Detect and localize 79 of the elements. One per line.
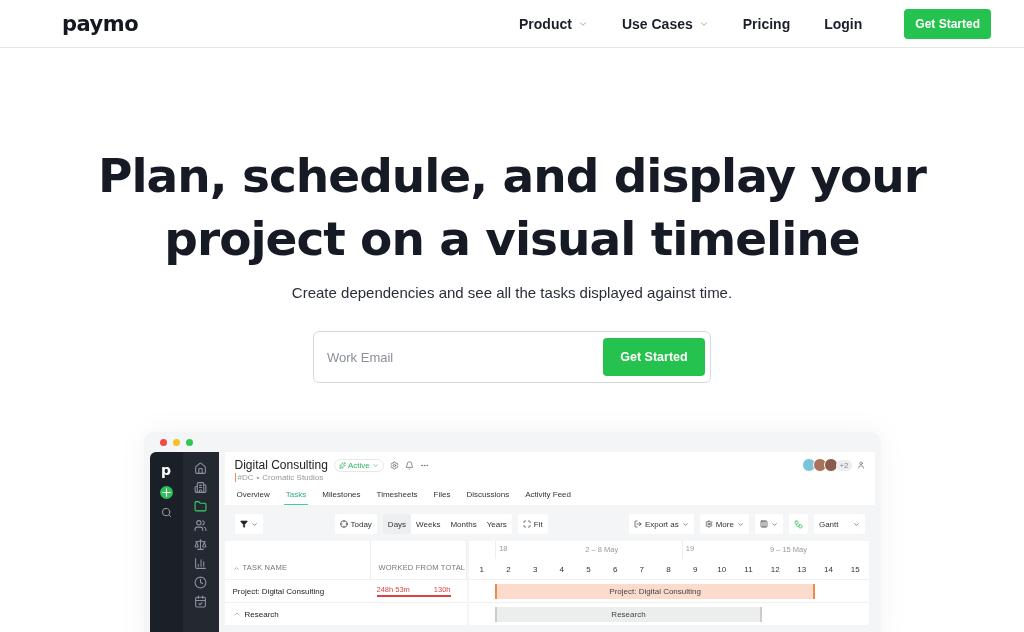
sidebar-nav-icon[interactable] (194, 576, 207, 589)
day-label: 15 (849, 564, 861, 574)
nav-link[interactable]: Product (519, 15, 588, 32)
logo[interactable]: paymo (62, 11, 139, 36)
avatar (802, 458, 817, 472)
avatar (813, 458, 828, 472)
bell-icon[interactable] (404, 460, 414, 470)
separator-dot: • (256, 473, 260, 482)
hero-subtitle: Create dependencies and see all the tasks displayed against time. (291, 284, 733, 301)
project-tab[interactable]: Timesheets (374, 487, 420, 505)
day-label: 8 (665, 564, 672, 574)
caret-icon (681, 520, 689, 528)
nav-link[interactable]: Use Cases (621, 15, 709, 32)
today-button[interactable]: Today (334, 514, 377, 534)
caret-icon (250, 520, 258, 528)
sidebar-nav-icon[interactable] (194, 595, 207, 608)
filter-icon (239, 520, 248, 528)
task-group[interactable]: Research (224, 609, 371, 619)
caret-icon (371, 461, 379, 469)
filter-button[interactable] (234, 514, 263, 534)
settings-icon[interactable] (389, 460, 399, 470)
scale-tab[interactable]: Days (382, 514, 412, 534)
nav-link[interactable]: Login (824, 15, 863, 32)
day-label: 1 (478, 564, 486, 574)
maximize-dot (185, 439, 193, 446)
day-label: 7 (638, 564, 646, 574)
columns-icon (759, 520, 768, 528)
project-code: #DC (234, 473, 254, 482)
day-label: 5 (585, 564, 592, 574)
email-input[interactable]: Work Email (319, 349, 603, 365)
task-name[interactable]: Project: Digital Consulting (224, 586, 371, 596)
gantt-bar[interactable]: Project: Digital Consulting (495, 583, 816, 599)
day-label: 12 (769, 564, 781, 574)
caret-icon (736, 520, 744, 528)
expand-icon (522, 520, 531, 528)
crosshair-icon (339, 520, 348, 528)
sidebar-nav-icon[interactable] (194, 538, 207, 551)
columns-button[interactable] (754, 514, 783, 534)
day-label: 3 (531, 564, 539, 574)
day-label: 10 (716, 564, 728, 574)
nav-link[interactable]: Pricing (742, 15, 791, 32)
search-icon[interactable] (160, 507, 172, 518)
gear-icon (704, 520, 713, 528)
day-label: 4 (558, 564, 566, 574)
fit-button[interactable]: Fit (517, 514, 548, 534)
project-tab[interactable]: Activity Feed (523, 487, 573, 505)
view-dropdown[interactable]: Gantt (813, 514, 865, 534)
sparkle-icon (338, 461, 346, 469)
project-tab[interactable]: Discussions (464, 487, 512, 505)
user-icon[interactable] (856, 461, 865, 469)
minimize-dot (172, 439, 180, 446)
add-icon[interactable] (159, 486, 173, 499)
sidebar-nav-icon[interactable] (194, 462, 207, 475)
day-label: 9 (691, 564, 699, 574)
sort-icon (232, 565, 240, 572)
close-dot (159, 439, 167, 446)
project-tab[interactable]: Milestones (320, 487, 363, 505)
sidebar-nav-icon[interactable] (194, 519, 207, 532)
export-button[interactable]: Export as (628, 514, 694, 534)
day-label: 6 (611, 564, 619, 574)
member-count: +2 (836, 459, 852, 471)
more-button[interactable]: More (699, 514, 749, 534)
gantt-bar[interactable]: Research (495, 606, 762, 622)
day-label: 11 (743, 564, 754, 574)
day-label: 2 (505, 564, 512, 574)
sidebar-nav-icon[interactable] (194, 500, 207, 513)
day-label: 14 (823, 564, 834, 574)
project-title: Digital Consulting (234, 458, 328, 472)
caret-icon (770, 520, 778, 528)
app-logo: p (161, 462, 171, 478)
caret-icon (852, 520, 860, 528)
export-icon (633, 520, 642, 528)
sidebar-nav-icon[interactable] (194, 557, 207, 570)
project-tab[interactable]: Overview (234, 487, 272, 505)
sidebar-nav-icon[interactable] (194, 481, 207, 494)
project-tab[interactable]: Files (431, 487, 453, 505)
hero-heading: Plan, schedule, and display your project on a visual timeline (97, 147, 928, 268)
avatar (824, 458, 839, 472)
day-label: 13 (796, 564, 808, 574)
